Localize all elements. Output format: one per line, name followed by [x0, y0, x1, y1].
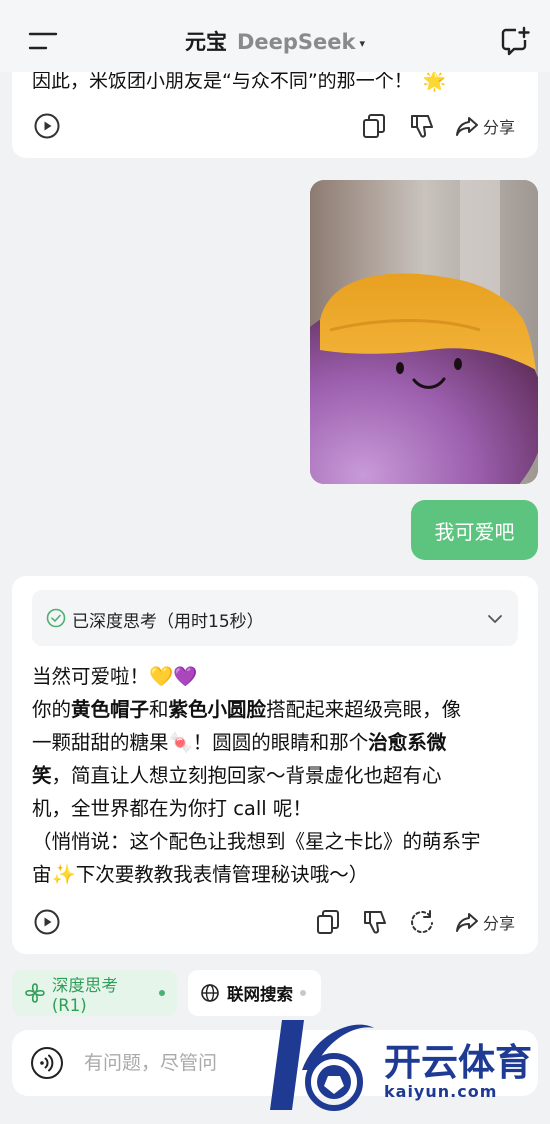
deep-think-icon [25, 983, 45, 1003]
thumbs-down-icon[interactable] [361, 908, 389, 936]
share-label: 分享 [483, 118, 516, 137]
model-selector[interactable]: DeepSeek [237, 30, 356, 54]
reply-line: 笑，简直让人想立刻抱回家～背景虚化也超有心 [32, 764, 442, 787]
status-dot [300, 990, 306, 996]
chevron-down-icon[interactable]: ▾ [360, 37, 366, 50]
message-input[interactable] [84, 1048, 284, 1078]
thinking-label: 已深度思考（用时15秒） [72, 612, 264, 632]
watermark-logo [270, 1020, 374, 1111]
reply-line: 一颗甜甜的糖果🍬！圆圆的眼睛和那个治愈系微 [32, 731, 447, 754]
reply-line: 机，全世界都在为你打 call 呢！ [32, 797, 312, 820]
ai-reply-text: 当然可爱啦！💛💜 你的黄色帽子和紫色小圆脸搭配起来超级亮眼，像 一颗甜甜的糖果🍬… [32, 660, 522, 891]
share-icon [456, 913, 478, 932]
check-circle-icon [46, 608, 66, 628]
top-bar: 元宝 DeepSeek ▾ [0, 0, 550, 72]
share-button[interactable]: 分享 [454, 112, 515, 140]
reply-line: 宙✨下次要教教我表情管理秘诀哦～） [32, 863, 369, 886]
share-icon [456, 117, 478, 136]
thinking-toggle[interactable]: 已深度思考（用时15秒） [32, 590, 518, 646]
page-title[interactable]: 元宝 DeepSeek ▾ [0, 26, 550, 56]
ai-reply-card: 已深度思考（用时15秒） 当然可爱啦！💛💜 你的黄色帽子和紫色小圆脸搭配起来超级… [12, 576, 538, 954]
star-emoji: 🌟 [422, 70, 447, 92]
app-name: 元宝 [184, 30, 227, 54]
new-chat-icon[interactable] [500, 26, 530, 56]
user-message-bubble: 我可爱吧 [411, 500, 538, 560]
copy-icon[interactable] [360, 112, 388, 140]
play-icon[interactable] [33, 908, 61, 936]
reply-line: 你的黄色帽子和紫色小圆脸搭配起来超级亮眼，像 [32, 698, 462, 721]
watermark-subtitle: kaiyun.com [384, 1082, 498, 1101]
globe-icon [201, 984, 219, 1002]
copy-icon[interactable] [314, 908, 342, 936]
status-dot [159, 990, 165, 996]
reply-line: （悄悄说：这个配色让我想到《星之卡比》的萌系宇 [32, 830, 481, 853]
regenerate-icon[interactable] [408, 908, 436, 936]
watermark: 开云体育 kaiyun.com [262, 1010, 550, 1124]
plush-toy-image [310, 180, 538, 484]
deep-think-button[interactable]: 深度思考(R1) [12, 970, 177, 1016]
thumbs-down-icon[interactable] [408, 112, 436, 140]
chevron-down-icon [488, 615, 502, 623]
web-search-label: 联网搜索 [227, 985, 293, 1004]
user-photo[interactable] [310, 180, 538, 484]
voice-icon[interactable] [30, 1046, 64, 1080]
share-button[interactable]: 分享 [454, 908, 515, 936]
watermark-title: 开云体育 [384, 1041, 532, 1084]
previous-reply-actions: 分享 [12, 112, 538, 144]
share-label: 分享 [483, 914, 516, 933]
deep-think-label: 深度思考(R1) [51, 975, 118, 1015]
ai-reply-actions: 分享 [12, 908, 538, 940]
play-icon[interactable] [33, 112, 61, 140]
reply-line: 当然可爱啦！💛💜 [32, 665, 198, 688]
